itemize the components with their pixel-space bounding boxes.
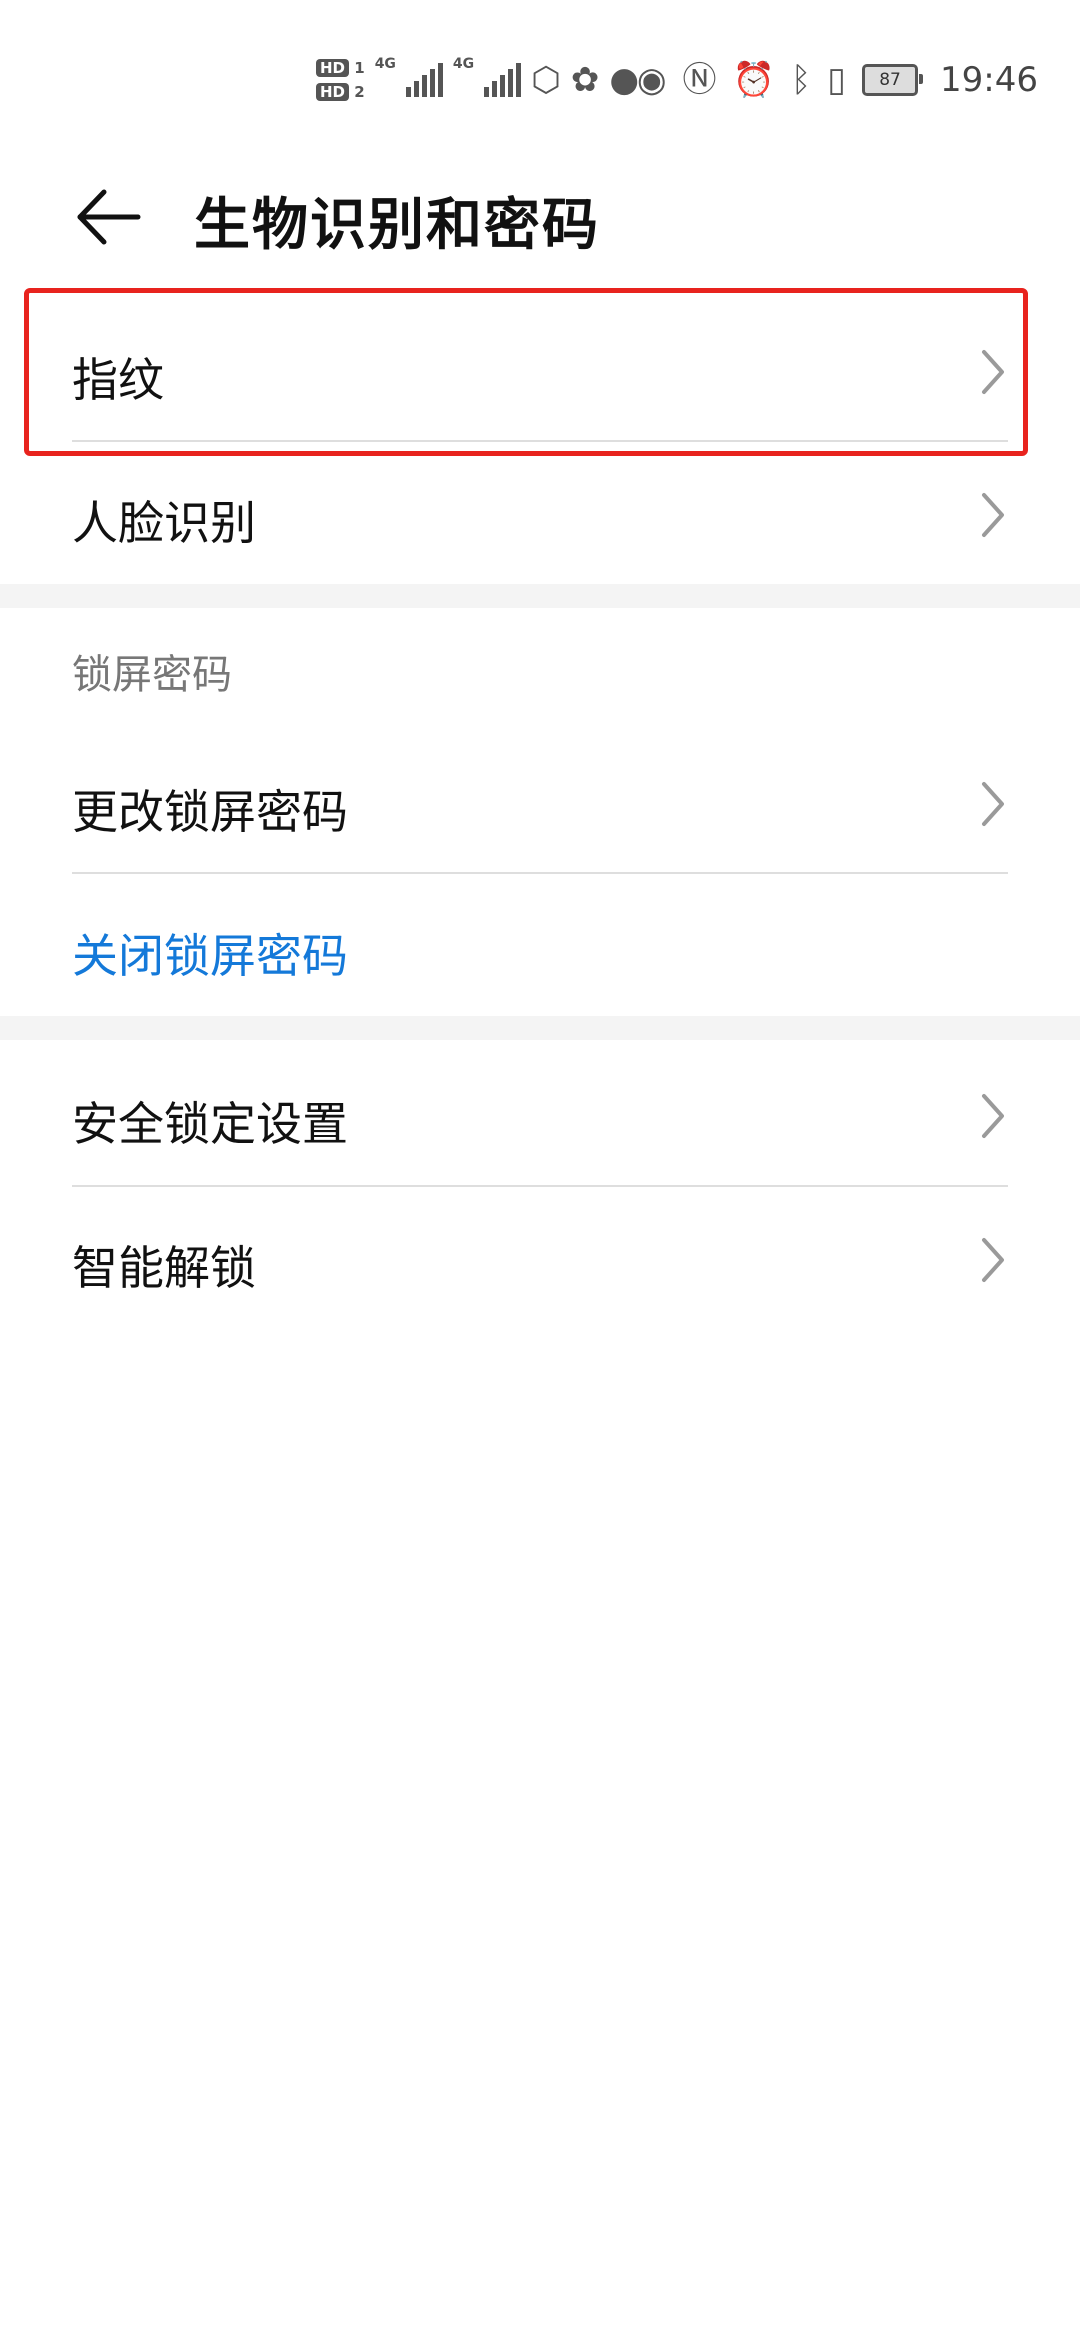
divider	[72, 1185, 1008, 1187]
shield-app-icon: ⬡	[531, 60, 561, 100]
divider	[72, 872, 1008, 874]
battery-icon: 87	[862, 64, 924, 96]
chevron-right-icon	[982, 1238, 1004, 1282]
alarm-icon: ⏰	[732, 60, 775, 100]
change-lock-password-label: 更改锁屏密码	[72, 785, 348, 839]
fingerprint-item[interactable]: 指纹	[0, 300, 1080, 444]
close-lock-password-item[interactable]: 关闭锁屏密码	[0, 876, 1080, 1020]
security-lock-settings-item[interactable]: 安全锁定设置	[0, 1044, 1080, 1188]
message-icon: ●	[609, 60, 640, 100]
status-right: ◉ Ⓝ ⏰ ᛒ ▯ 87 19:46	[637, 50, 1038, 110]
wechat-icon: ✿	[570, 60, 600, 100]
signal-icon	[484, 63, 522, 97]
app-header: 生物识别和密码	[0, 150, 1080, 280]
hd-badge-2: HD	[316, 83, 350, 101]
chevron-right-icon	[982, 1094, 1004, 1138]
close-lock-password-label: 关闭锁屏密码	[72, 929, 348, 983]
bluetooth-icon: ᛒ	[790, 60, 812, 100]
signal-icon	[405, 63, 443, 97]
smart-unlock-label: 智能解锁	[72, 1241, 256, 1295]
status-bar: HD 1 HD 2 4G 4G ⬡ ✿ ● ◉ Ⓝ ⏰ ᛒ ▯ 87 19:46	[0, 0, 1080, 150]
nfc-icon: Ⓝ	[682, 60, 717, 100]
battery-level: 87	[879, 70, 901, 90]
network-type-1: 4G	[374, 56, 396, 72]
section-gap	[0, 1016, 1080, 1040]
section-gap	[0, 584, 1080, 608]
sim-2: 2	[354, 83, 365, 101]
chevron-right-icon	[982, 782, 1004, 826]
chevron-right-icon	[982, 350, 1004, 394]
eye-icon: ◉	[636, 60, 667, 100]
fingerprint-label: 指纹	[72, 353, 164, 407]
face-recognition-item[interactable]: 人脸识别	[0, 443, 1080, 587]
chevron-right-icon	[982, 493, 1004, 537]
hd-badge-1: HD	[316, 59, 350, 77]
face-recognition-label: 人脸识别	[72, 496, 256, 550]
security-lock-settings-label: 安全锁定设置	[72, 1097, 348, 1151]
back-arrow-icon[interactable]	[72, 182, 142, 252]
divider	[72, 440, 1008, 442]
change-lock-password-item[interactable]: 更改锁屏密码	[0, 732, 1080, 876]
page-title: 生物识别和密码	[194, 193, 600, 258]
section-title-lock-password: 锁屏密码	[72, 652, 232, 698]
status-left: HD 1 HD 2 4G 4G ⬡ ✿ ●	[316, 50, 639, 110]
sim-1: 1	[354, 59, 365, 77]
smart-unlock-item[interactable]: 智能解锁	[0, 1188, 1080, 1332]
vibrate-icon: ▯	[827, 60, 847, 100]
network-type-2: 4G	[452, 56, 475, 72]
clock: 19:46	[940, 60, 1038, 100]
hd-indicators: HD 1 HD 2	[316, 58, 365, 102]
